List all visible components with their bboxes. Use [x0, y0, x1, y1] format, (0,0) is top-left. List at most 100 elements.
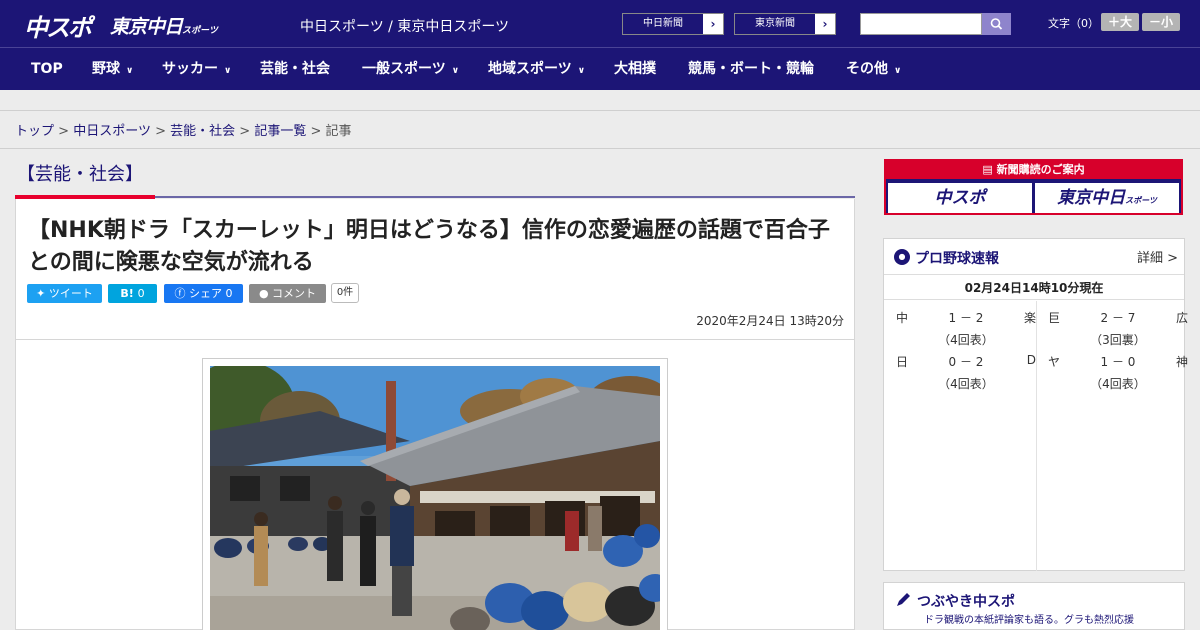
- breadcrumb-link-entertainment[interactable]: 芸能・社会: [170, 124, 235, 139]
- facebook-share-button[interactable]: ⓕ シェア 0: [164, 284, 243, 303]
- nav-item-others[interactable]: その他 ∨: [846, 48, 901, 90]
- nav-item-soccer[interactable]: サッカー ∨: [162, 48, 231, 90]
- subscription-strip: ▤ 新聞購読のご案内: [886, 161, 1181, 179]
- score: 2 － 7: [1100, 311, 1136, 325]
- chevron-down-icon: ∨: [224, 66, 232, 76]
- newspaper-icon: ▤: [982, 163, 997, 176]
- inning: （4回表）: [938, 333, 994, 347]
- inning: （3回裏）: [1090, 333, 1146, 347]
- inning: （4回表）: [938, 377, 994, 391]
- top-header: 中スポ 東京中日スポーツ 中日スポーツ / 東京中日スポーツ 中日新聞 › 東京…: [0, 0, 1200, 48]
- twitter-bird-icon: ✦: [36, 287, 49, 300]
- category-label: 【芸能・社会】: [17, 164, 143, 185]
- breadcrumb-separator: >: [155, 124, 166, 139]
- chevron-down-icon: ∨: [894, 66, 902, 76]
- game-score[interactable]: 巨 2 － 7 広 （3回裏）: [1048, 309, 1188, 349]
- font-size-label: 文字（0）: [1048, 17, 1099, 30]
- article-photo-frame: [202, 358, 668, 630]
- breadcrumb-link-top[interactable]: トップ: [15, 124, 54, 139]
- nav-label: 一般スポーツ: [362, 61, 446, 77]
- chunichi-shimbun-label: 中日新聞: [623, 14, 703, 34]
- category-rule: [155, 196, 855, 198]
- nav-item-top[interactable]: TOP: [31, 48, 63, 90]
- hatena-bookmark-button[interactable]: B! 0: [108, 284, 157, 303]
- facebook-label: シェア 0: [189, 287, 233, 300]
- font-larger-button[interactable]: ＋大: [1101, 13, 1139, 31]
- font-smaller-button[interactable]: －小: [1142, 13, 1180, 31]
- tweet-subtitle: ドラ観戦の本紙評論家も語る。グラも熱烈応援: [924, 615, 1134, 626]
- game-score[interactable]: 中 1 － 2 楽 （4回表）: [896, 309, 1036, 349]
- baseball-update-time: 02月24日14時10分現在: [884, 276, 1184, 300]
- breadcrumb-separator: >: [239, 124, 251, 139]
- game-score[interactable]: ヤ 1 － 0 神 （4回表）: [1048, 353, 1188, 393]
- subscribe-tokyo-button[interactable]: 東京中日スポーツ: [1035, 183, 1179, 213]
- tokyo-chunichi-logo[interactable]: 東京中日スポーツ: [110, 12, 218, 39]
- baseball-details-link[interactable]: 詳細 >: [1137, 247, 1178, 266]
- chevron-down-icon: ∨: [577, 66, 586, 76]
- tokyo-shimbun-link[interactable]: 東京新聞 ›: [734, 13, 836, 35]
- search-input[interactable]: [860, 13, 982, 35]
- score: 0 － 2: [948, 355, 984, 369]
- baseball-title: プロ野球速報: [915, 251, 999, 267]
- chevron-down-icon: ∨: [126, 66, 134, 76]
- nav-label: その他: [846, 61, 888, 77]
- score: 1 － 2: [948, 311, 984, 325]
- nav-item-general-sports[interactable]: 一般スポーツ ∨: [362, 48, 459, 90]
- comment-button[interactable]: ● コメント: [249, 284, 326, 303]
- baseball-scores-widget: ● プロ野球速報 詳細 > 02月24日14時10分現在 中 1 － 2 楽 （…: [883, 238, 1188, 571]
- subscription-banner[interactable]: ▤ 新聞購読のご案内 中スポ 東京中日スポーツ: [884, 159, 1183, 215]
- nav-label: 野球: [92, 61, 120, 77]
- subscribe-tokyo-text: 東京中日: [1057, 188, 1126, 208]
- away-team: 広: [1175, 311, 1188, 325]
- hatena-count: 0: [137, 287, 145, 300]
- tokyo-logo-small: スポーツ: [182, 26, 218, 36]
- comment-label: コメント: [272, 287, 317, 300]
- main-nav: TOP 野球 ∨ サッカー ∨ 芸能・社会 一般スポーツ ∨ 地域スポーツ ∨ 大相撲 …: [0, 48, 1200, 90]
- chevron-down-icon: ∨: [451, 66, 460, 76]
- nav-label: 芸能・社会: [260, 61, 330, 77]
- subscribe-tokyo-small: スポーツ: [1125, 196, 1157, 205]
- article-headline: 【NHK朝ドラ「スカーレット」明日はどうなる】信作の恋愛遍歴の話題で百合子との間…: [28, 218, 830, 275]
- nav-item-baseball[interactable]: 野球 ∨: [92, 48, 133, 90]
- game-score[interactable]: 日 0 － 2 D （4回表）: [896, 353, 1036, 393]
- search-button[interactable]: [982, 13, 1011, 35]
- breadcrumb-current: 記事: [325, 124, 352, 139]
- site-title: 中日スポーツ / 東京中日スポーツ: [300, 19, 510, 35]
- tokyo-logo-text: 東京中日: [110, 16, 183, 38]
- tweet-chuspo-widget[interactable]: つぶやき中スポ ドラ観戦の本紙評論家も語る。グラも熱烈応援: [883, 582, 1185, 630]
- facebook-icon: ⓕ: [174, 287, 189, 300]
- breadcrumb-link-article-list[interactable]: 記事一覧: [254, 124, 306, 139]
- breadcrumb-separator: >: [310, 124, 322, 139]
- tokyo-shimbun-label: 東京新聞: [735, 14, 815, 34]
- breadcrumb-link-chuspo[interactable]: 中日スポーツ: [73, 124, 151, 139]
- chevron-right-icon: ›: [822, 17, 828, 31]
- nav-label: TOP: [31, 61, 63, 77]
- divider: [16, 339, 854, 340]
- tweet-button[interactable]: ✦ ツイート: [27, 284, 102, 303]
- nav-label: サッカー: [162, 61, 218, 77]
- subscribe-chuspo-button[interactable]: 中スポ: [888, 183, 1032, 213]
- nav-item-local-sports[interactable]: 地域スポーツ ∨: [488, 48, 585, 90]
- speech-bubble-icon: ●: [258, 287, 273, 300]
- divider: [1036, 301, 1037, 571]
- subscription-label: 新聞購読のご案内: [996, 163, 1085, 176]
- comment-count-badge: 0件: [331, 283, 359, 303]
- inning: （4回表）: [1090, 377, 1146, 391]
- hatena-b-icon: B!: [120, 287, 138, 300]
- away-team: 楽: [1023, 311, 1036, 325]
- nav-item-entertainment[interactable]: 芸能・社会: [260, 48, 330, 90]
- nav-item-sumo[interactable]: 大相撲: [614, 48, 656, 90]
- pen-icon: [897, 593, 910, 606]
- chevron-right-icon: ›: [710, 17, 716, 31]
- article-card: 【NHK朝ドラ「スカーレット」明日はどうなる】信作の恋愛遍歴の話題で百合子との間…: [15, 199, 855, 630]
- nav-label: 競馬・ボート・競輪: [688, 61, 814, 77]
- away-team: D: [1026, 353, 1036, 367]
- chuspo-logo[interactable]: 中スポ: [24, 8, 92, 43]
- article-photo[interactable]: [210, 366, 660, 630]
- tweet-title: つぶやき中スポ: [917, 594, 1015, 610]
- nav-item-racing[interactable]: 競馬・ボート・競輪: [688, 48, 814, 90]
- breadcrumb-separator: >: [58, 124, 70, 139]
- chunichi-shimbun-link[interactable]: 中日新聞 ›: [622, 13, 724, 35]
- away-team: 神: [1175, 355, 1188, 369]
- search-icon: [990, 18, 1003, 30]
